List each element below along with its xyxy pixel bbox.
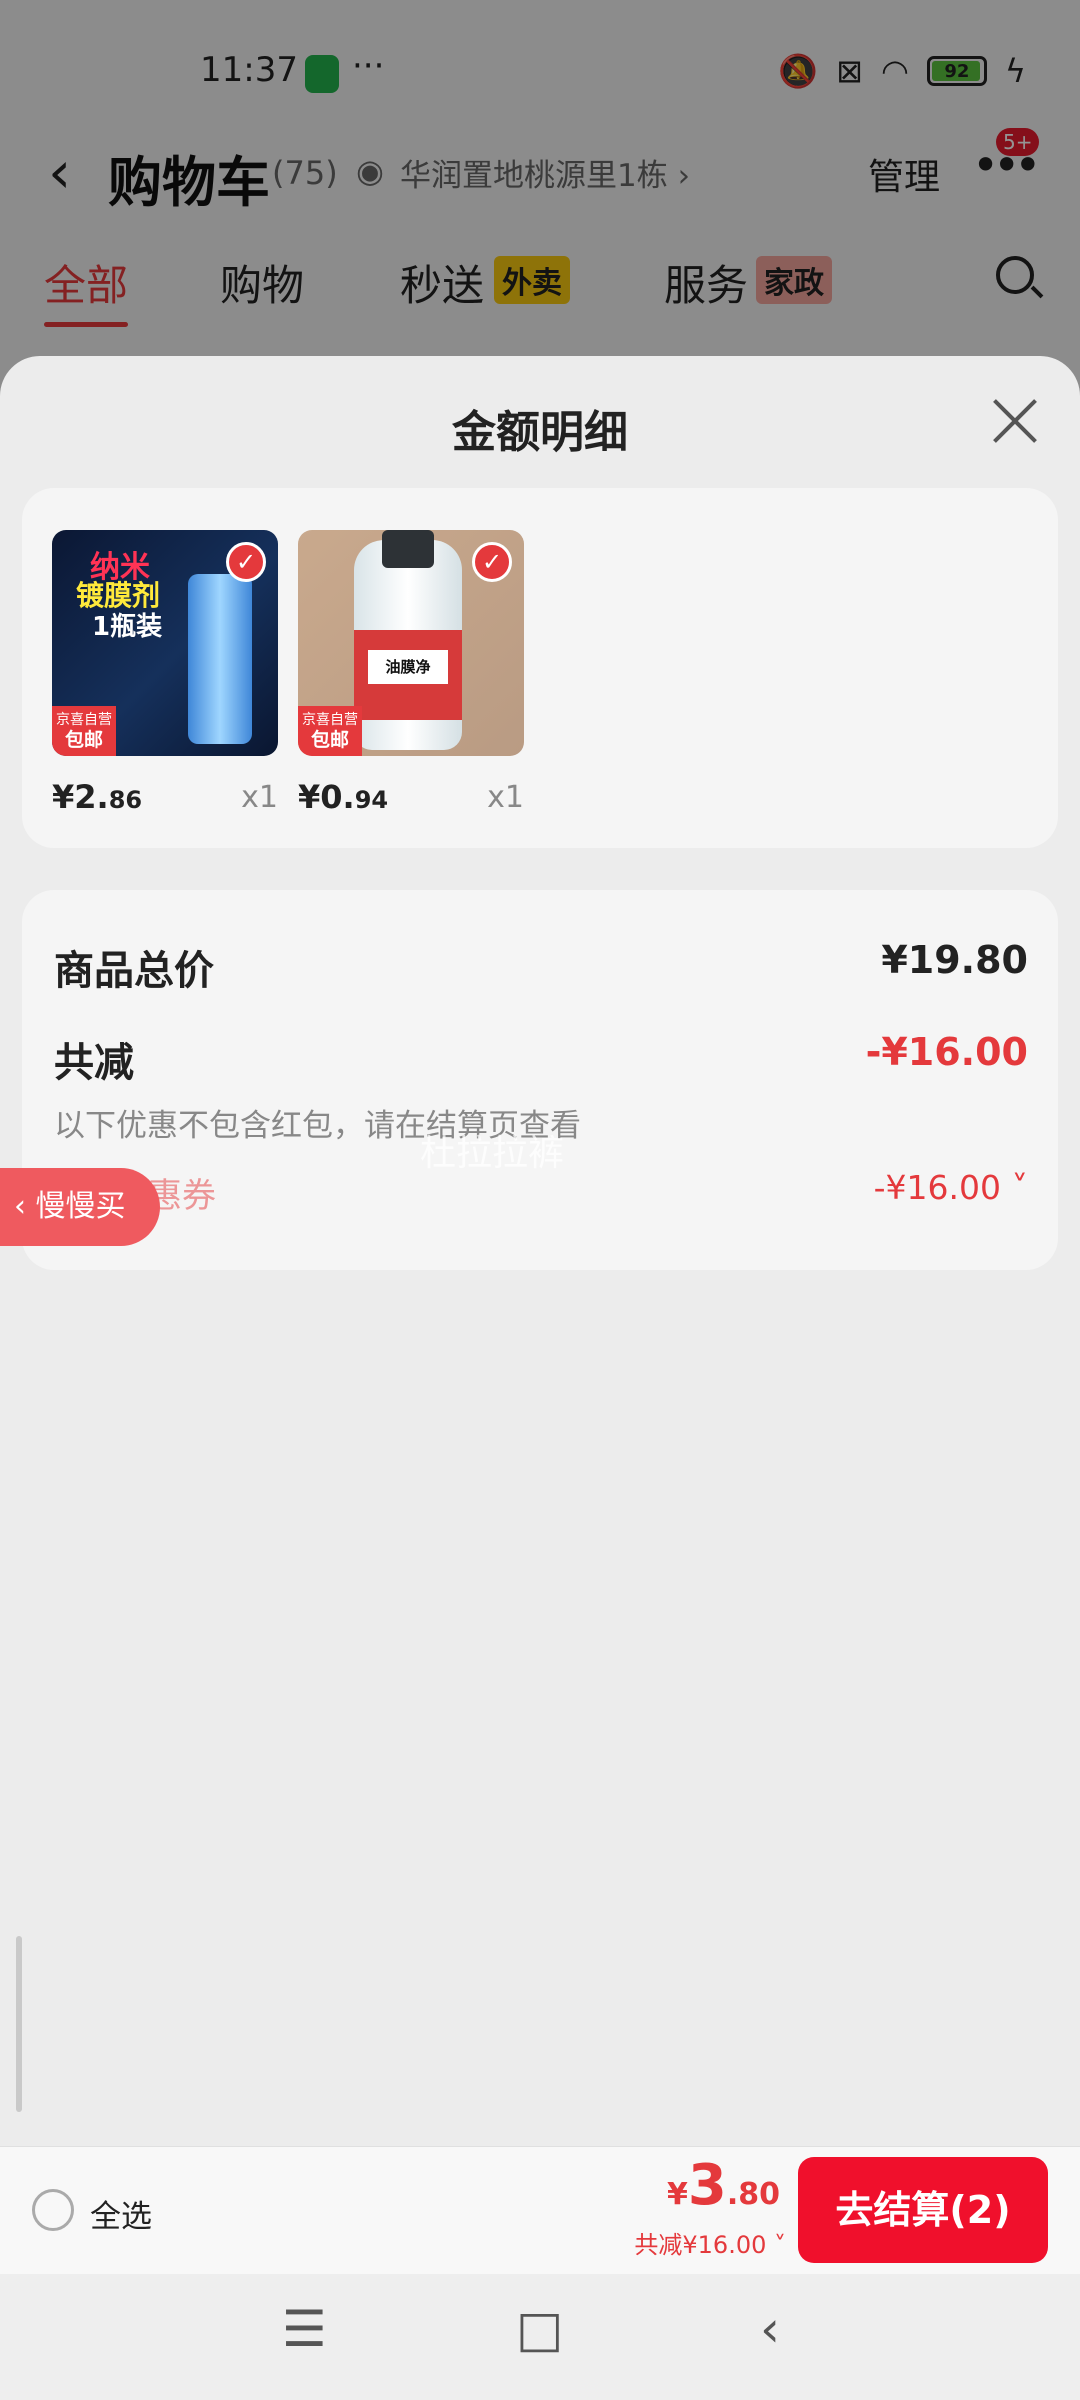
total-value: ¥19.80 [881,938,1028,982]
product-list-card: 纳米 镀膜剂 1瓶装 ✓ 京喜自营 包邮 ¥2.86 x1 油膜净 ✓ 京喜自营… [22,488,1058,848]
price-dec: .80 [726,2177,780,2212]
price-int: 3 [687,2153,727,2218]
checkout-button[interactable]: 去结算(2) [798,2157,1048,2263]
coupon-value[interactable]: -¥16.00 ˅ [874,1168,1028,1207]
amount-detail-sheet: 金额明细 纳米 镀膜剂 1瓶装 ✓ 京喜自营 包邮 ¥2.86 x1 油膜净 ✓… [0,356,1080,2400]
product-image: 纳米 镀膜剂 1瓶装 ✓ 京喜自营 包邮 [52,530,278,756]
free-shipping-text: 包邮 [310,729,349,751]
product-image: 油膜净 ✓ 京喜自营 包邮 [298,530,524,756]
menu-icon[interactable]: ☰ [282,2300,327,2358]
product-qty: x1 [487,780,524,815]
product-price: ¥0.94 [298,778,388,816]
total-label: 商品总价 [54,948,214,994]
saved-amount[interactable]: 共减¥16.00 ˅ [634,2225,786,2260]
checked-icon[interactable]: ✓ [226,542,266,582]
close-icon[interactable] [990,396,1040,446]
select-all-radio[interactable] [32,2189,74,2231]
image-text: 油膜净 [368,650,448,684]
slow-buy-floating-button[interactable]: ‹ 慢慢买 [0,1168,160,1246]
sheet-title: 金额明细 [452,407,628,458]
free-shipping-text: 包邮 [64,729,103,751]
product-item[interactable]: 纳米 镀膜剂 1瓶装 ✓ 京喜自营 包邮 ¥2.86 x1 [52,530,278,816]
checkout-bar: 全选 ¥3.80 共减¥16.00 ˅ 去结算(2) [0,2146,1080,2274]
select-all-label[interactable]: 全选 [90,2191,152,2236]
badge-text: 京喜自营 [302,712,358,728]
home-icon[interactable]: □ [516,2300,563,2358]
image-text: 1瓶装 [92,612,163,642]
price-currency: ¥ [667,2177,688,2212]
scrollbar[interactable] [16,1936,22,2112]
product-price: ¥2.86 [52,778,142,816]
price-summary-card: 商品总价 ¥19.80 共减 -¥16.00 以下优惠不包含红包，请在结算页查看… [22,890,1058,1270]
product-qty: x1 [241,780,278,815]
price-dec: 94 [354,786,389,814]
price-int: ¥2. [52,778,109,816]
checked-icon[interactable]: ✓ [472,542,512,582]
self-operated-badge: 京喜自营 包邮 [52,706,116,756]
badge-text: 京喜自营 [56,712,112,728]
watermark-text: 杜拉拉裤 [420,1133,565,1174]
reduce-label: 共减 [54,1040,134,1086]
system-nav-bar: ☰ □ ‹ [0,2274,1080,2400]
price-dec: 86 [108,786,143,814]
reduce-value: -¥16.00 [865,1030,1028,1074]
price-int: ¥0. [298,778,355,816]
product-item[interactable]: 油膜净 ✓ 京喜自营 包邮 ¥0.94 x1 [298,530,524,816]
self-operated-badge: 京喜自营 包邮 [298,706,362,756]
back-icon[interactable]: ‹ [760,2300,780,2358]
total-price: ¥3.80 [667,2153,780,2218]
